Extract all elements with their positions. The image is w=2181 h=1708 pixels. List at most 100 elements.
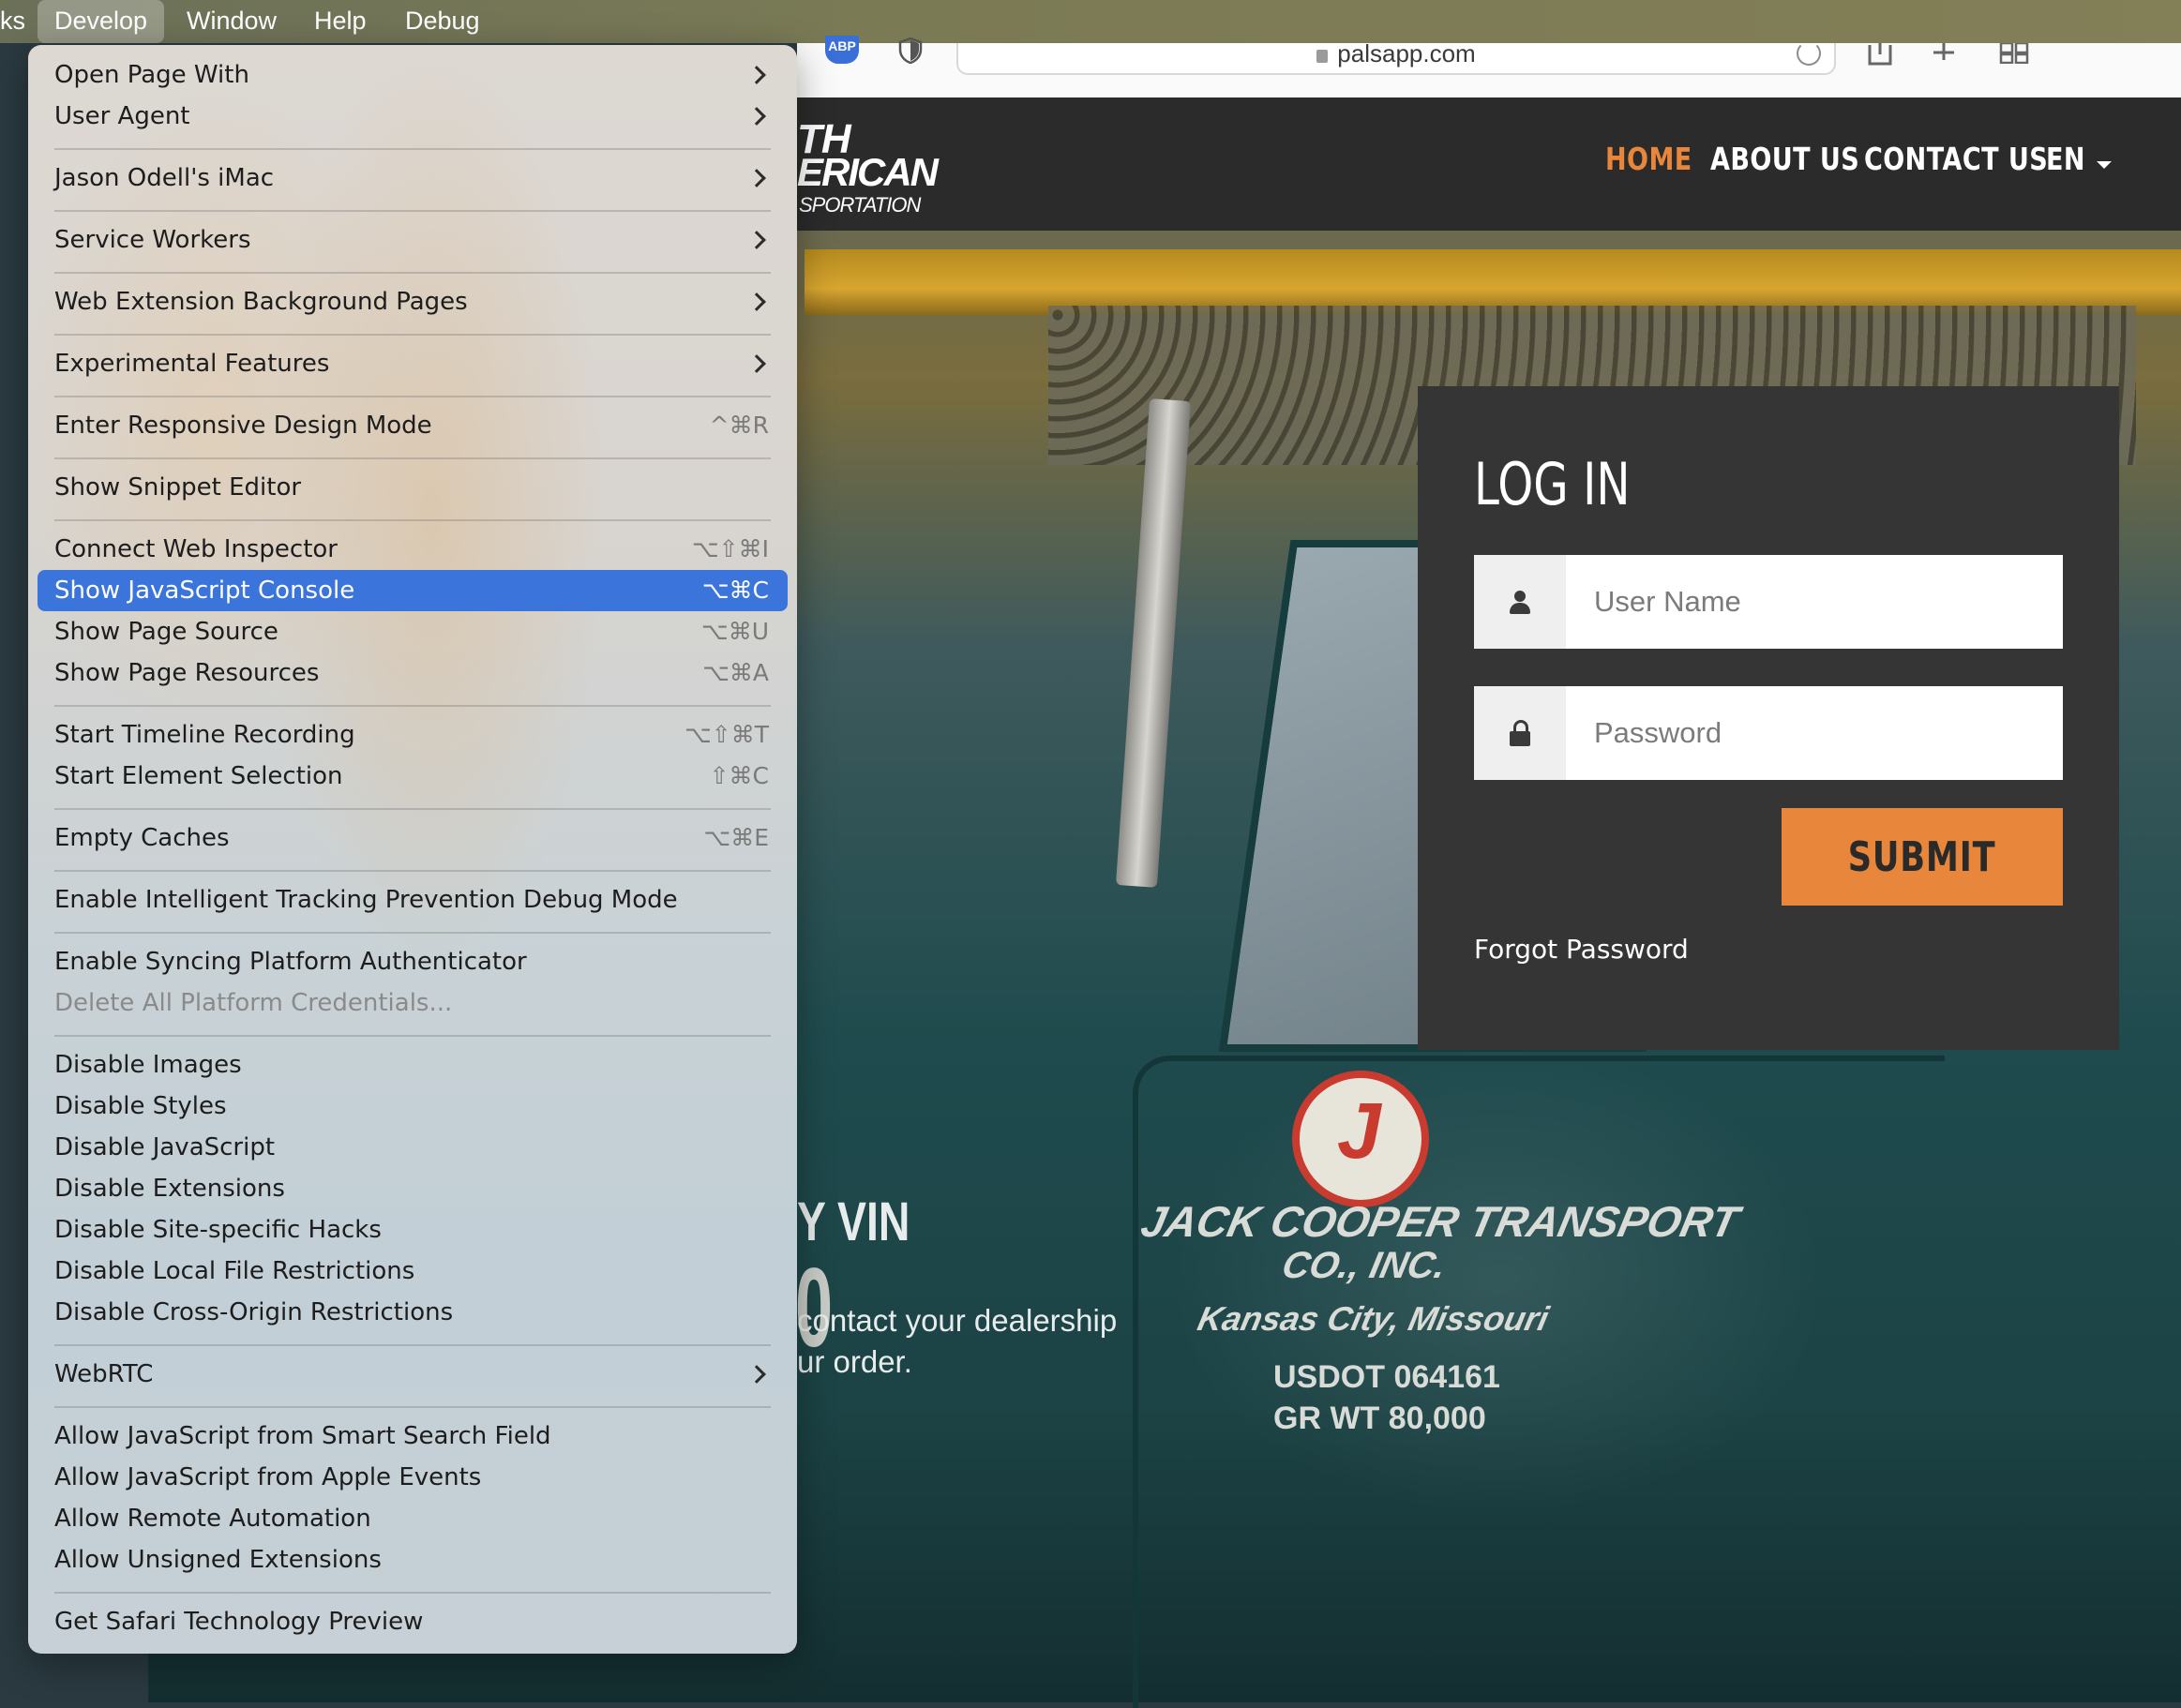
shortcut: ^⌘R: [709, 412, 769, 439]
truck-badge-letter: J: [1337, 1086, 1381, 1175]
url-text: palsapp.com: [1337, 39, 1476, 67]
new-tab-icon[interactable]: [1930, 41, 1958, 62]
develop-menu: Open Page With User Agent Jason Odell's …: [28, 45, 797, 1654]
truck-badge-logo: J: [1292, 1071, 1429, 1207]
truck-text-co-inc: CO., INC.: [1278, 1245, 1451, 1286]
menu-separator: [54, 457, 771, 459]
shortcut: ⌥⇧⌘T: [684, 721, 769, 748]
nav-about-us[interactable]: ABOUT US: [1710, 141, 1859, 177]
login-title: LOG IN: [1474, 450, 1631, 518]
tab-overview-icon[interactable]: [1999, 41, 2029, 64]
menu-item-responsive-design-mode[interactable]: Enter Responsive Design Mode ^⌘R: [38, 405, 788, 446]
menu-item-empty-caches[interactable]: Empty Caches ⌥⌘E: [38, 817, 788, 859]
menu-item-disable-javascript[interactable]: Disable JavaScript: [38, 1127, 788, 1168]
menu-separator: [54, 705, 771, 707]
shortcut: ⇧⌘C: [709, 762, 769, 789]
menu-item-jason-odells-imac[interactable]: Jason Odell's iMac: [38, 157, 788, 199]
menu-separator: [54, 396, 771, 397]
nav-contact-us[interactable]: CONTACT US: [1864, 141, 2048, 177]
menu-item-show-javascript-console[interactable]: Show JavaScript Console ⌥⌘C: [38, 570, 788, 611]
menu-item-open-page-with[interactable]: Open Page With: [38, 54, 788, 96]
lock-icon: [1510, 720, 1530, 746]
menu-item-service-workers[interactable]: Service Workers: [38, 219, 788, 261]
menu-item-experimental-features[interactable]: Experimental Features: [38, 343, 788, 384]
menu-item-connect-web-inspector[interactable]: Connect Web Inspector ⌥⇧⌘I: [38, 529, 788, 570]
submit-button[interactable]: SUBMIT: [1782, 808, 2063, 906]
nav-language-en[interactable]: EN: [2046, 141, 2085, 177]
password-field: [1474, 686, 2072, 780]
menu-separator: [54, 334, 771, 336]
menubar-item-bookmarks-fragment[interactable]: ks: [0, 0, 42, 43]
company-logo[interactable]: TH ERICAN SPORTATION: [797, 116, 939, 217]
menu-item-allow-remote-automation[interactable]: Allow Remote Automation: [38, 1498, 788, 1539]
truck-text-company: JACK COOPER TRANSPORT: [1136, 1197, 1744, 1246]
menubar-item-develop[interactable]: Develop: [38, 0, 165, 43]
menu-item-user-agent[interactable]: User Agent: [38, 96, 788, 137]
truck-text-usdot: USDOT 064161: [1273, 1359, 1500, 1395]
menu-item-show-page-source[interactable]: Show Page Source ⌥⌘U: [38, 611, 788, 652]
menu-item-get-safari-technology-preview[interactable]: Get Safari Technology Preview: [38, 1601, 788, 1642]
menu-item-disable-local-file-restrictions[interactable]: Disable Local File Restrictions: [38, 1251, 788, 1292]
username-field: [1474, 555, 2072, 649]
adblock-extension-icon[interactable]: ABP: [825, 36, 859, 64]
menu-separator: [54, 1406, 771, 1408]
address-bar[interactable]: palsapp.com: [956, 37, 1836, 75]
chevron-right-icon: [747, 169, 766, 187]
hero-text-line-2: ur order.: [797, 1344, 912, 1379]
reload-icon[interactable]: [1797, 41, 1821, 66]
hero-truck-door: [1133, 1056, 1945, 1708]
nav-home[interactable]: HOME: [1605, 141, 1692, 177]
menu-item-start-element-selection[interactable]: Start Element Selection ⇧⌘C: [38, 756, 788, 797]
chevron-right-icon: [747, 66, 766, 84]
menu-item-disable-images[interactable]: Disable Images: [38, 1044, 788, 1086]
menu-item-disable-site-specific-hacks[interactable]: Disable Site-specific Hacks: [38, 1209, 788, 1251]
menubar-item-window[interactable]: Window: [170, 0, 293, 43]
menu-separator: [54, 1344, 771, 1346]
secure-lock-icon: [1316, 50, 1329, 63]
chevron-right-icon: [747, 1365, 766, 1384]
login-panel: LOG IN SUBMIT Forgot Password: [1418, 386, 2119, 1050]
forgot-password-link[interactable]: Forgot Password: [1474, 934, 1689, 965]
hero-text-line-1: contact your dealership: [797, 1303, 1118, 1338]
chevron-right-icon: [747, 354, 766, 373]
menu-separator: [54, 870, 771, 872]
menu-item-show-snippet-editor[interactable]: Show Snippet Editor: [38, 467, 788, 508]
username-input[interactable]: [1566, 555, 2072, 649]
menu-item-show-page-resources[interactable]: Show Page Resources ⌥⌘A: [38, 652, 788, 694]
password-input[interactable]: [1566, 686, 2072, 780]
menu-separator: [54, 1592, 771, 1594]
chevron-right-icon: [747, 292, 766, 311]
menu-separator: [54, 519, 771, 521]
language-caret-icon[interactable]: [2097, 161, 2112, 169]
menu-item-allow-js-apple-events[interactable]: Allow JavaScript from Apple Events: [38, 1457, 788, 1498]
chevron-right-icon: [747, 231, 766, 249]
menu-item-start-timeline-recording[interactable]: Start Timeline Recording ⌥⇧⌘T: [38, 714, 788, 756]
menu-item-allow-js-smart-search[interactable]: Allow JavaScript from Smart Search Field: [38, 1416, 788, 1457]
chevron-right-icon: [747, 107, 766, 126]
site-header: TH ERICAN SPORTATION HOME ABOUT US CONTA…: [797, 97, 2181, 231]
menu-item-webrtc[interactable]: WebRTC: [38, 1354, 788, 1395]
menu-item-enable-syncing-platform-authenticator[interactable]: Enable Syncing Platform Authenticator: [38, 941, 788, 982]
user-icon: [1510, 591, 1530, 615]
menu-item-allow-unsigned-extensions[interactable]: Allow Unsigned Extensions: [38, 1539, 788, 1581]
privacy-shield-icon[interactable]: [898, 37, 923, 64]
logo-line-2: ERICAN: [797, 150, 939, 194]
menu-separator: [54, 272, 771, 274]
shortcut: ⌥⌘C: [701, 577, 769, 604]
shortcut: ⌥⌘E: [703, 824, 769, 851]
menu-item-web-extension-background-pages[interactable]: Web Extension Background Pages: [38, 281, 788, 322]
menu-item-itp-debug-mode[interactable]: Enable Intelligent Tracking Prevention D…: [38, 879, 788, 921]
menubar-item-debug[interactable]: Debug: [388, 0, 497, 43]
menu-item-disable-styles[interactable]: Disable Styles: [38, 1086, 788, 1127]
shortcut: ⌥⇧⌘I: [691, 535, 769, 562]
truck-text-city: Kansas City, Missouri: [1194, 1299, 1553, 1338]
menubar-item-help[interactable]: Help: [297, 0, 384, 43]
menu-separator: [54, 210, 771, 212]
menu-item-disable-cross-origin-restrictions[interactable]: Disable Cross-Origin Restrictions: [38, 1292, 788, 1333]
share-icon[interactable]: [1866, 41, 1894, 66]
menu-separator: [54, 148, 771, 150]
submit-label: SUBMIT: [1848, 832, 1996, 881]
menu-separator: [54, 1035, 771, 1037]
hero-heading: Y VIN: [797, 1191, 910, 1252]
menu-item-disable-extensions[interactable]: Disable Extensions: [38, 1168, 788, 1209]
